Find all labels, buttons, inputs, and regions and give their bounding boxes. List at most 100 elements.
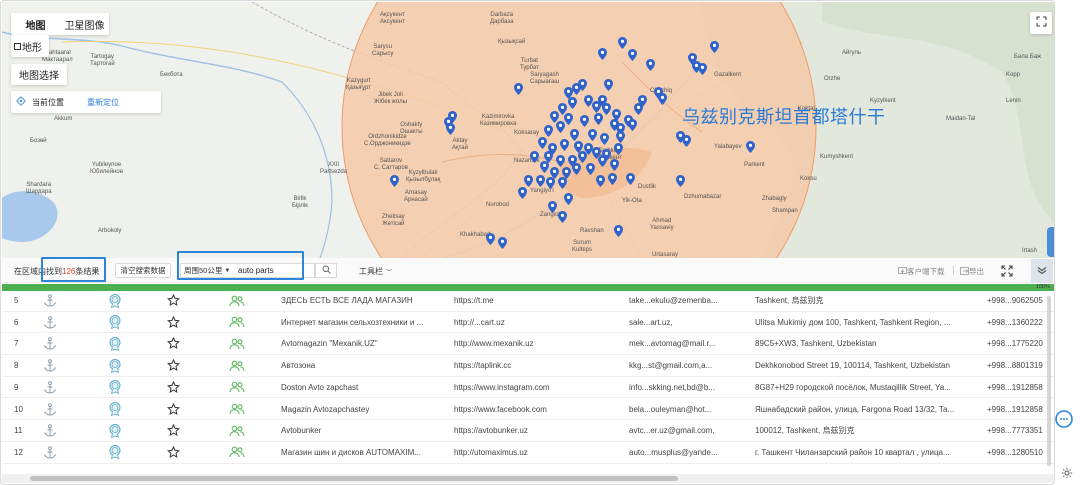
certificate-badge-icon[interactable] bbox=[106, 399, 124, 420]
map-pin-icon[interactable] bbox=[580, 115, 589, 127]
map-pin-icon[interactable] bbox=[570, 129, 579, 141]
terrain-checkbox[interactable] bbox=[14, 42, 21, 50]
map-pin-icon[interactable] bbox=[498, 237, 507, 249]
side-panel-tab[interactable] bbox=[1047, 227, 1054, 257]
map-pin-icon[interactable] bbox=[530, 151, 539, 163]
people-icon[interactable] bbox=[227, 312, 247, 333]
map-pin-icon[interactable] bbox=[682, 135, 691, 147]
clear-search-button[interactable]: 清空搜索数据 bbox=[115, 263, 171, 278]
certificate-badge-icon[interactable] bbox=[106, 442, 124, 463]
horizontal-scrollbar[interactable] bbox=[2, 474, 1054, 483]
star-icon[interactable] bbox=[164, 291, 182, 311]
map-pin-icon[interactable] bbox=[626, 173, 635, 185]
people-icon[interactable] bbox=[227, 355, 247, 376]
map-pin-icon[interactable] bbox=[628, 49, 637, 61]
table-row[interactable]: 8 Автозона https://taplink.cc kkg...st@g… bbox=[2, 355, 1054, 377]
chat-button[interactable] bbox=[1055, 410, 1073, 428]
anchor-icon[interactable] bbox=[41, 312, 59, 333]
anchor-icon[interactable] bbox=[41, 355, 59, 376]
tab-satellite[interactable]: 卫星图像 bbox=[60, 13, 109, 35]
table-row[interactable]: 11 Avtobunker https://avtobunker.uz avtc… bbox=[2, 420, 1054, 442]
map-pin-icon[interactable] bbox=[544, 125, 553, 137]
map-pin-icon[interactable] bbox=[614, 225, 623, 237]
map-pin-icon[interactable] bbox=[592, 101, 601, 113]
star-icon[interactable] bbox=[164, 399, 182, 420]
vertical-scroll-thumb[interactable] bbox=[1047, 296, 1051, 466]
tab-map[interactable]: 地图 bbox=[11, 13, 60, 35]
map-pin-icon[interactable] bbox=[446, 123, 455, 135]
relocate-link[interactable]: 重新定位 bbox=[87, 97, 119, 108]
settings-button[interactable] bbox=[1061, 466, 1073, 479]
map-select-button[interactable]: 地图选择 bbox=[11, 64, 67, 85]
website-link[interactable]: http://www.mexanik.uz bbox=[454, 333, 614, 354]
map-pin-icon[interactable] bbox=[578, 79, 587, 91]
star-icon[interactable] bbox=[164, 377, 182, 398]
anchor-icon[interactable] bbox=[41, 377, 59, 398]
anchor-icon[interactable] bbox=[41, 333, 59, 354]
star-icon[interactable] bbox=[164, 333, 182, 354]
map-pin-icon[interactable] bbox=[538, 137, 547, 149]
people-icon[interactable] bbox=[227, 399, 247, 420]
map-pin-icon[interactable] bbox=[568, 97, 577, 109]
map-pin-icon[interactable] bbox=[540, 161, 549, 173]
people-icon[interactable] bbox=[227, 291, 247, 311]
map-pin-icon[interactable] bbox=[564, 193, 573, 205]
map-pin-icon[interactable] bbox=[586, 163, 595, 175]
anchor-icon[interactable] bbox=[41, 399, 59, 420]
website-link[interactable]: http://utomaximus.uz bbox=[454, 442, 614, 463]
map-view[interactable]: Ақсукент Аксукент Darbaza Дарбаза Қызықсай… bbox=[2, 2, 1054, 258]
map-pin-icon[interactable] bbox=[600, 133, 609, 145]
table-row[interactable]: 9 Doston Avto zapchast https://www.insta… bbox=[2, 377, 1054, 399]
website-link[interactable]: http://...cart.uz bbox=[454, 312, 614, 333]
star-icon[interactable] bbox=[164, 312, 182, 333]
website-link[interactable]: https://avtobunker.uz bbox=[454, 420, 614, 441]
map-pin-icon[interactable] bbox=[572, 163, 581, 175]
map-pin-icon[interactable] bbox=[518, 187, 527, 199]
map-pin-icon[interactable] bbox=[628, 119, 637, 131]
horizontal-scroll-thumb[interactable] bbox=[30, 476, 678, 481]
map-pin-icon[interactable] bbox=[548, 201, 557, 213]
map-pin-icon[interactable] bbox=[604, 79, 613, 91]
table-row[interactable]: 10 Magazin Avtozapchastey https://www.fa… bbox=[2, 399, 1054, 421]
certificate-badge-icon[interactable] bbox=[106, 420, 124, 441]
map-pin-icon[interactable] bbox=[524, 175, 533, 187]
table-row[interactable]: 12 Магазин шин и дисков AUTOMAXIM... htt… bbox=[2, 442, 1054, 464]
terrain-toggle[interactable]: 地形 bbox=[11, 35, 49, 57]
people-icon[interactable] bbox=[227, 333, 247, 354]
map-pin-icon[interactable] bbox=[614, 143, 623, 155]
map-pin-icon[interactable] bbox=[486, 233, 495, 245]
map-pin-icon[interactable] bbox=[564, 113, 573, 125]
star-icon[interactable] bbox=[164, 355, 182, 376]
anchor-icon[interactable] bbox=[41, 442, 59, 463]
table-row[interactable]: 6 Интернет магазин сельхозтехники и ... … bbox=[2, 312, 1054, 334]
map-pin-icon[interactable] bbox=[610, 159, 619, 171]
certificate-badge-icon[interactable] bbox=[106, 291, 124, 311]
map-pin-icon[interactable] bbox=[596, 175, 605, 187]
website-link[interactable]: https://taplink.cc bbox=[454, 355, 614, 376]
star-icon[interactable] bbox=[164, 442, 182, 463]
table-row[interactable]: 7 Avtomagazin "Mexanik.UZ" http://www.me… bbox=[2, 333, 1054, 356]
certificate-badge-icon[interactable] bbox=[106, 333, 124, 354]
map-pin-icon[interactable] bbox=[618, 37, 627, 49]
star-icon[interactable] bbox=[164, 420, 182, 441]
website-link[interactable]: https://www.facebook.com bbox=[454, 399, 614, 420]
map-pin-icon[interactable] bbox=[698, 63, 707, 75]
expand-button[interactable] bbox=[1001, 265, 1013, 277]
vertical-scrollbar[interactable] bbox=[1045, 292, 1053, 474]
certificate-badge-icon[interactable] bbox=[106, 377, 124, 398]
map-pin-icon[interactable] bbox=[594, 113, 603, 125]
people-icon[interactable] bbox=[227, 420, 247, 441]
map-pin-icon[interactable] bbox=[536, 175, 545, 187]
anchor-icon[interactable] bbox=[41, 291, 59, 311]
collapse-button[interactable] bbox=[1031, 259, 1053, 283]
website-link[interactable]: https://t.me bbox=[454, 291, 614, 311]
toolbox-menu[interactable]: 工具栏 ﹀ bbox=[359, 266, 392, 277]
map-pin-icon[interactable] bbox=[558, 211, 567, 223]
map-pin-icon[interactable] bbox=[608, 173, 617, 185]
fullscreen-button[interactable] bbox=[1030, 12, 1052, 34]
table-row[interactable]: 5 ЗДЕСЬ ЕСТЬ ВСЕ ЛАДА МАГАЗИН https://t.… bbox=[2, 291, 1054, 312]
map-pin-icon[interactable] bbox=[390, 175, 399, 187]
map-pin-icon[interactable] bbox=[588, 129, 597, 141]
anchor-icon[interactable] bbox=[41, 420, 59, 441]
map-pin-icon[interactable] bbox=[710, 41, 719, 53]
